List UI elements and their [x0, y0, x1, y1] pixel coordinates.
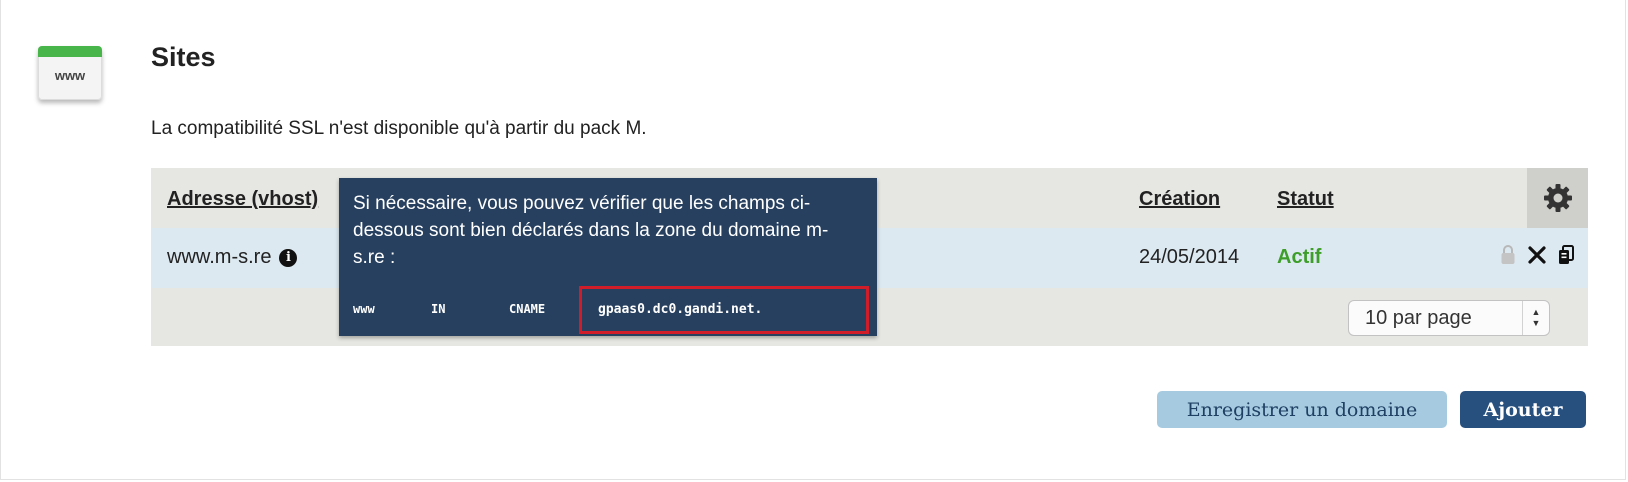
www-icon-bar: [38, 46, 102, 57]
per-page-value: 10 par page: [1365, 307, 1472, 329]
site-address: www.m-s.re i: [167, 246, 298, 269]
page-title: Sites: [151, 42, 216, 72]
dns-tooltip: Si nécessaire, vous pouvez vérifier que …: [339, 178, 877, 336]
settings-button[interactable]: [1527, 168, 1588, 228]
info-icon[interactable]: i: [279, 249, 298, 267]
site-address-text[interactable]: www.m-s.re: [167, 246, 271, 268]
column-header-address[interactable]: Adresse (vhost): [167, 188, 318, 211]
site-created-date: 24/05/2014: [1139, 246, 1240, 268]
www-icon: www: [38, 46, 102, 100]
add-button[interactable]: Ajouter: [1460, 391, 1586, 428]
register-domain-button[interactable]: Enregistrer un domaine: [1157, 391, 1447, 428]
row-actions: [1500, 244, 1574, 266]
per-page-select[interactable]: 10 par page ▲ ▼: [1348, 300, 1550, 336]
dns-record-value: gpaas0.dc0.gandi.net.: [598, 302, 763, 317]
copy-icon[interactable]: [1558, 245, 1574, 265]
gear-icon: [1543, 184, 1572, 212]
dns-record-class: IN: [431, 302, 446, 316]
select-arrows-icon: ▲ ▼: [1522, 301, 1549, 335]
delete-icon[interactable]: [1528, 246, 1546, 264]
status-badge: Actif: [1277, 246, 1322, 268]
ssl-notice: La compatibilité SSL n'est disponible qu…: [151, 118, 647, 139]
dns-record-type: CNAME: [509, 302, 546, 316]
lock-icon[interactable]: [1500, 244, 1516, 266]
dns-value-highlight: gpaas0.dc0.gandi.net.: [579, 286, 869, 334]
column-header-status[interactable]: Statut: [1277, 188, 1334, 211]
dns-record-name: www: [353, 302, 375, 316]
column-header-created[interactable]: Création: [1139, 188, 1220, 211]
www-icon-label: www: [54, 68, 86, 83]
tooltip-message: Si nécessaire, vous pouvez vérifier que …: [353, 193, 829, 268]
